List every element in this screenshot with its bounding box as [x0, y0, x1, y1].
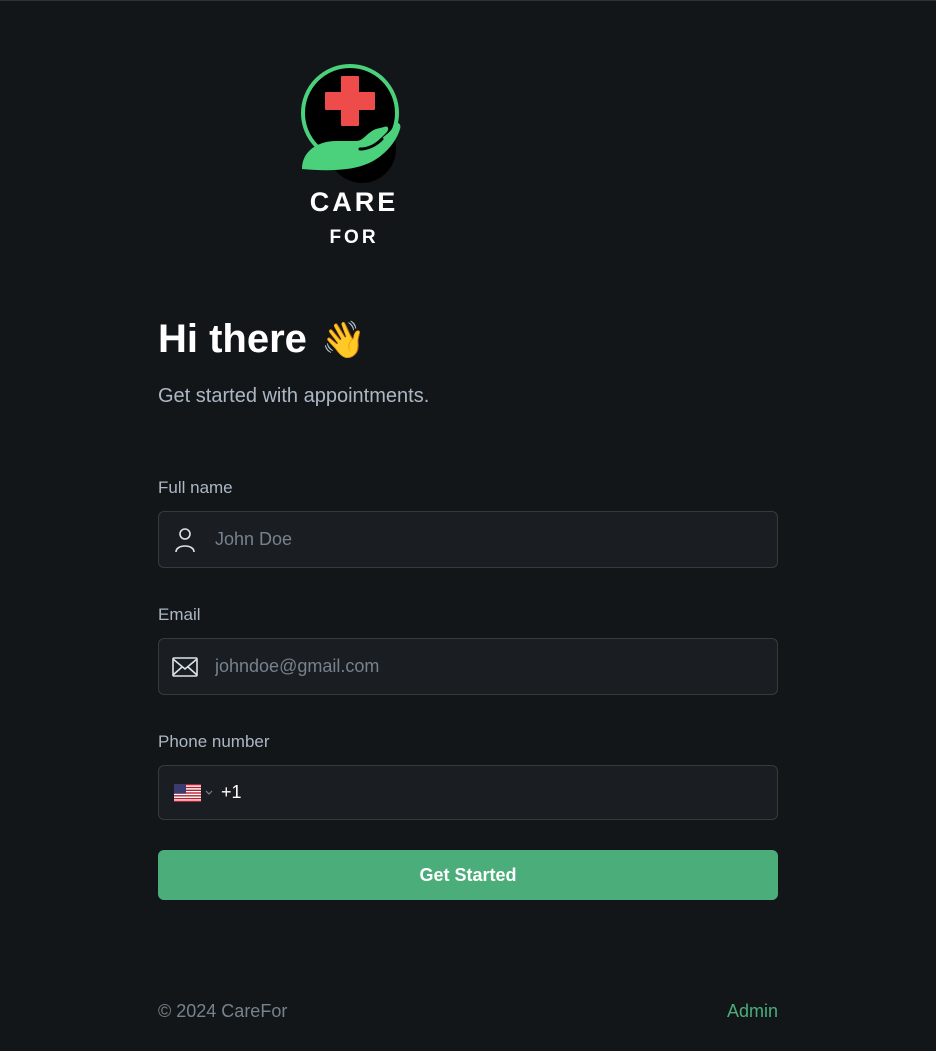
email-input[interactable] [211, 639, 777, 694]
email-field[interactable] [158, 638, 778, 695]
page-title: Hi there 👋 [158, 317, 366, 362]
page-subtitle: Get started with appointments. [158, 385, 430, 407]
mail-icon [159, 656, 211, 677]
user-icon [159, 527, 211, 553]
page-title-text: Hi there [158, 317, 307, 361]
dial-code: +1 [221, 782, 242, 802]
country-select[interactable] [174, 783, 213, 802]
brand-name-line1: CARE [309, 187, 399, 217]
phone-field[interactable]: +1 [158, 765, 778, 820]
email-label: Email [158, 605, 201, 624]
phone-input[interactable] [241, 766, 777, 819]
copyright-text: © 2024 CareFor [158, 1001, 288, 1021]
us-flag-icon [174, 783, 201, 802]
onboarding-page: CARE FOR Hi there 👋 Get started with app… [0, 0, 936, 1051]
waving-hand-icon: 👋 [320, 318, 366, 360]
full-name-input[interactable] [211, 512, 777, 567]
get-started-button[interactable]: Get Started [158, 850, 778, 900]
full-name-field[interactable] [158, 511, 778, 568]
brand-name-line2: FOR [329, 227, 379, 248]
admin-link[interactable]: Admin [727, 1001, 778, 1022]
chevron-down-icon [205, 790, 213, 795]
phone-label: Phone number [158, 732, 270, 751]
carefor-logo: CARE FOR [298, 63, 418, 253]
full-name-label: Full name [158, 478, 233, 497]
logo-mark-icon [301, 64, 401, 183]
